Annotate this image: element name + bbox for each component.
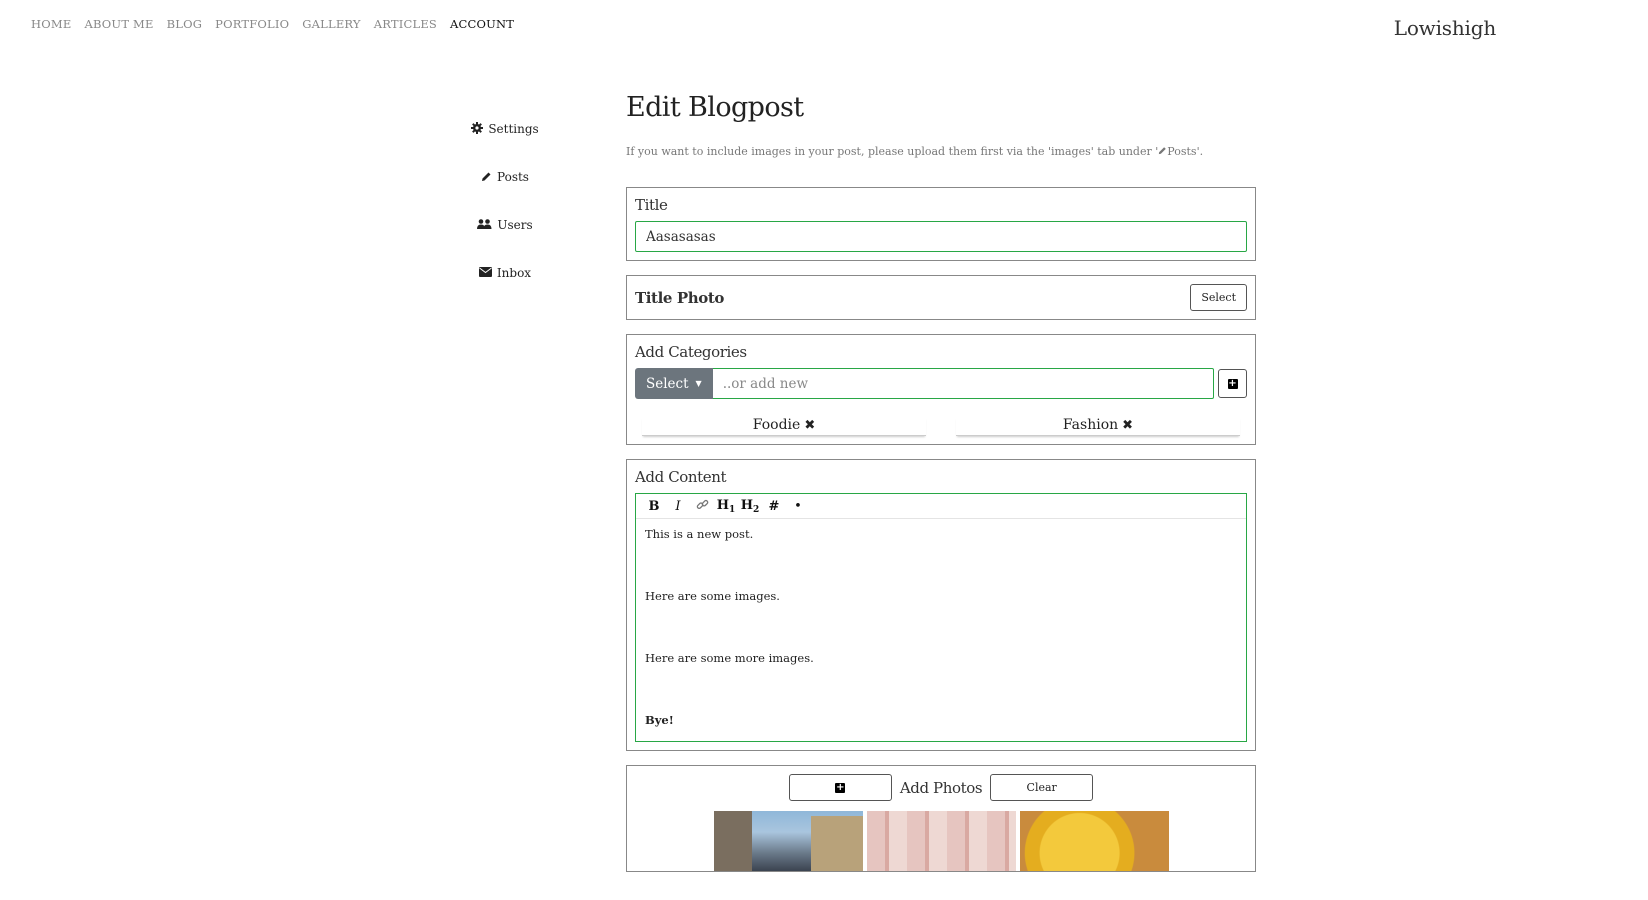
bullet-list-button[interactable]: • [786,499,810,514]
photo-thumbnail[interactable] [866,811,1016,871]
users-icon [477,218,492,232]
remove-tag-icon[interactable]: ✖ [1122,418,1133,433]
hash-button[interactable]: # [762,499,786,514]
content-paragraph: Here are some images. [645,589,780,603]
category-select-dropdown[interactable]: Select ▼ [635,368,713,399]
plus-square-icon: + [835,781,846,793]
envelope-icon [478,267,492,279]
clear-photos-button[interactable]: Clear [990,774,1094,801]
sidebar-item-label: Posts [497,170,529,184]
nav-gallery[interactable]: GALLERY [302,17,360,31]
nav-articles[interactable]: ARTICLES [374,17,437,31]
page-title: Edit Blogpost [626,92,804,123]
select-title-photo-button[interactable]: Select [1190,284,1247,311]
add-photos-label: Add Photos [899,778,983,797]
nav-home[interactable]: HOME [31,17,71,31]
photo-thumbnail[interactable] [1019,811,1169,871]
photo-thumbnail[interactable] [713,811,863,871]
link-icon[interactable] [690,498,714,515]
sidebar-item-users[interactable]: Users [445,201,565,249]
photo-gallery [635,811,1247,871]
h2-label: H [740,497,754,513]
account-sidebar: Settings Posts Users Inbox [445,105,565,297]
tag-label: Fashion [1062,417,1119,433]
top-navigation: HOME ABOUT ME BLOG PORTFOLIO GALLERY ART… [31,17,514,31]
pencil-icon [1158,145,1167,158]
h1-sub: 1 [729,504,736,515]
sidebar-item-label: Settings [488,122,539,136]
add-photo-button[interactable]: + [788,774,892,801]
tag-label: Foodie [752,417,801,433]
sidebar-item-label: Users [497,218,533,232]
hint-text: If you want to include images in your po… [626,145,1159,158]
content-paragraph: Here are some more images. [645,651,814,665]
sidebar-item-inbox[interactable]: Inbox [445,249,565,297]
bold-button[interactable]: B [642,499,666,514]
site-logo[interactable]: Lowishigh [1394,16,1496,40]
categories-label: Add Categories [635,343,747,361]
heading-2-button[interactable]: H2 [738,498,762,515]
title-photo-label: Title Photo [635,288,724,307]
category-tag: Fashion ✖ [956,417,1240,436]
title-input[interactable] [635,221,1247,252]
title-photo-section: Title Photo Select [626,275,1256,320]
upload-hint: If you want to include images in your po… [626,145,1256,158]
h2-sub: 2 [753,504,760,515]
categories-section: Add Categories Select ▼ + Foodie✖ Fashio… [626,334,1256,445]
content-editor[interactable]: B I H1 H2 # • This is a new post. Here a… [635,493,1247,742]
caret-down-icon: ▼ [695,379,702,388]
content-paragraph: This is a new post. [645,527,754,541]
title-label: Title [635,196,668,214]
plus-square-icon: + [1227,377,1238,389]
category-tag: Foodie ✖ [642,417,926,436]
gear-icon [471,122,484,136]
sidebar-item-posts[interactable]: Posts [445,153,565,201]
hint-text-end: '. [1196,145,1204,158]
nav-blog[interactable]: BLOG [167,17,203,31]
content-paragraph: Bye! [645,713,674,727]
editor-content[interactable]: This is a new post. Here are some images… [636,519,1246,741]
heading-1-button[interactable]: H1 [714,498,738,515]
title-section: Title [626,187,1256,261]
sidebar-item-settings[interactable]: Settings [445,105,565,153]
pencil-icon [481,171,492,184]
add-category-button[interactable]: + [1218,369,1247,398]
new-category-input[interactable] [712,368,1214,399]
remove-tag-icon[interactable]: ✖ [804,418,815,433]
sidebar-item-label: Inbox [496,266,532,280]
dropdown-label: Select [646,375,689,392]
h1-label: H [716,497,730,513]
photos-section: + Add Photos Clear [626,765,1256,872]
editor-toolbar: B I H1 H2 # • [636,494,1246,519]
nav-about-me[interactable]: ABOUT ME [84,17,153,31]
edit-post-form: Edit Blogpost If you want to include ima… [626,92,1256,872]
content-label: Add Content [635,468,727,486]
hint-posts-link: Posts [1167,145,1197,158]
content-section: Add Content B I H1 H2 # • This is a new … [626,459,1256,751]
italic-button[interactable]: I [666,499,690,514]
nav-portfolio[interactable]: PORTFOLIO [215,17,289,31]
nav-account[interactable]: ACCOUNT [450,17,514,31]
